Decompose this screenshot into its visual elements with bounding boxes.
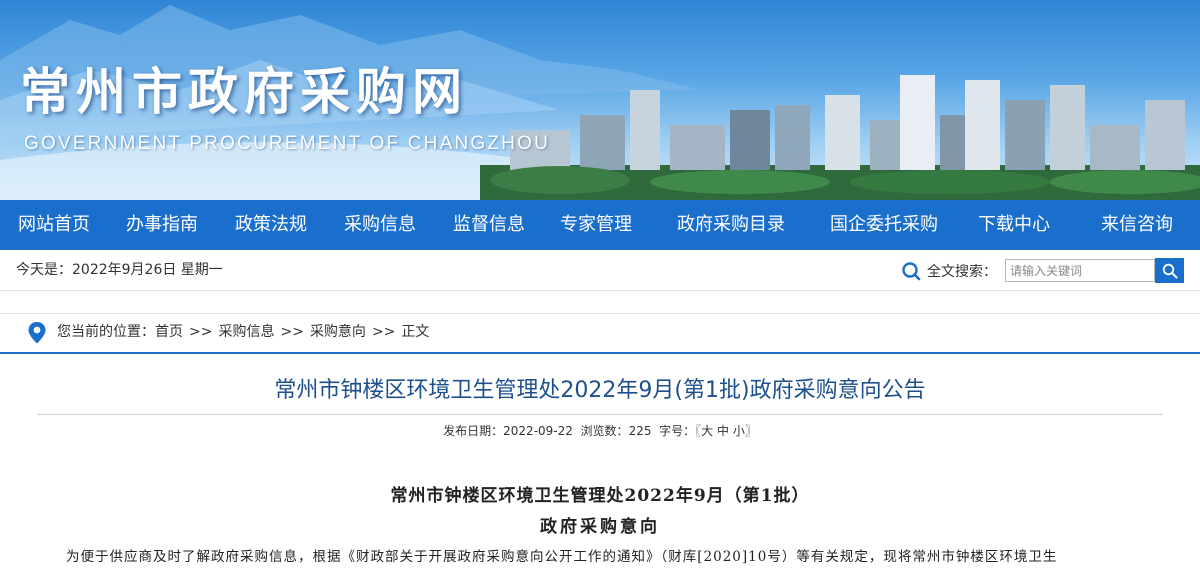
nav-item-soe-procurement[interactable]: 国企委托采购: [814, 200, 954, 250]
breadcrumb-prefix: 您当前的位置：: [57, 324, 155, 340]
breadcrumb-procurement-info[interactable]: 采购信息: [218, 324, 274, 340]
nav-item-home[interactable]: 网站首页: [0, 200, 108, 250]
search-button[interactable]: [1155, 258, 1184, 283]
views-count: 225: [628, 424, 652, 438]
search-input[interactable]: [1005, 259, 1155, 282]
nav-item-consult[interactable]: 来信咨询: [1074, 200, 1200, 250]
search-box: 全文搜索：: [901, 258, 1184, 283]
site-title: 常州市政府采购网: [20, 63, 468, 121]
nav-item-catalog[interactable]: 政府采购目录: [648, 200, 814, 250]
font-size-medium[interactable]: 中: [717, 424, 729, 438]
publish-date-label: 发布日期：: [443, 424, 504, 438]
document-heading: 常州市钟楼区环境卫生管理处2022年9月（第1批）: [390, 486, 810, 506]
breadcrumb-separator: >>: [371, 324, 396, 340]
info-bar: 今天是：2022年9月26日 星期一 全文搜索：: [0, 250, 1200, 291]
nav-item-guide[interactable]: 办事指南: [108, 200, 216, 250]
search-label: 全文搜索：: [927, 263, 997, 280]
breadcrumb: 您当前的位置：首页 >> 采购信息 >> 采购意向 >> 正文: [0, 313, 1200, 354]
location-pin-icon: [28, 322, 46, 344]
article-meta: 发布日期：2022-09-22 浏览数：225 字号：〖大 中 小〗: [0, 422, 1200, 439]
nav-item-downloads[interactable]: 下载中心: [954, 200, 1074, 250]
views-label: 浏览数：: [580, 424, 629, 438]
nav-item-procurement-info[interactable]: 采购信息: [326, 200, 434, 250]
breadcrumb-home[interactable]: 首页: [155, 324, 183, 340]
main-nav: 网站首页 办事指南 政策法规 采购信息 监督信息 专家管理 政府采购目录 国企委…: [0, 200, 1200, 250]
font-size-large[interactable]: 大: [701, 424, 713, 438]
breadcrumb-separator: >>: [280, 324, 304, 340]
breadcrumb-current: 正文: [401, 324, 430, 340]
site-subtitle: GOVERNMENT PROCUREMENT OF CHANGZHOU: [24, 133, 550, 154]
nav-item-experts[interactable]: 专家管理: [544, 200, 648, 250]
today-date: 今天是：2022年9月26日 星期一: [16, 262, 223, 278]
nav-item-supervision[interactable]: 监督信息: [434, 200, 544, 250]
site-banner: 常州市政府采购网 GOVERNMENT PROCUREMENT OF CHANG…: [0, 0, 1200, 200]
font-size-label: 字号：: [659, 424, 696, 438]
title-divider: [37, 414, 1163, 415]
nav-item-policy[interactable]: 政策法规: [216, 200, 326, 250]
breadcrumb-separator: >>: [189, 324, 213, 340]
article-title: 常州市钟楼区环境卫生管理处2022年9月(第1批)政府采购意向公告: [274, 378, 926, 403]
font-size-bracket-close: 〗: [744, 424, 757, 438]
search-icon: [1162, 263, 1177, 278]
document-body-paragraph: 为便于供应商及时了解政府采购信息，根据《财政部关于开展政府采购意向公开工作的通知…: [66, 549, 1058, 565]
city-skyline-illustration: [480, 75, 1200, 200]
breadcrumb-trail: 您当前的位置：首页 >> 采购信息 >> 采购意向 >> 正文: [57, 314, 429, 350]
document-subheading: 政府采购意向: [540, 517, 660, 537]
publish-date: 2022-09-22: [503, 424, 573, 438]
breadcrumb-intent[interactable]: 采购意向: [310, 324, 366, 340]
font-size-small[interactable]: 小: [733, 424, 745, 438]
search-icon: [902, 261, 921, 280]
